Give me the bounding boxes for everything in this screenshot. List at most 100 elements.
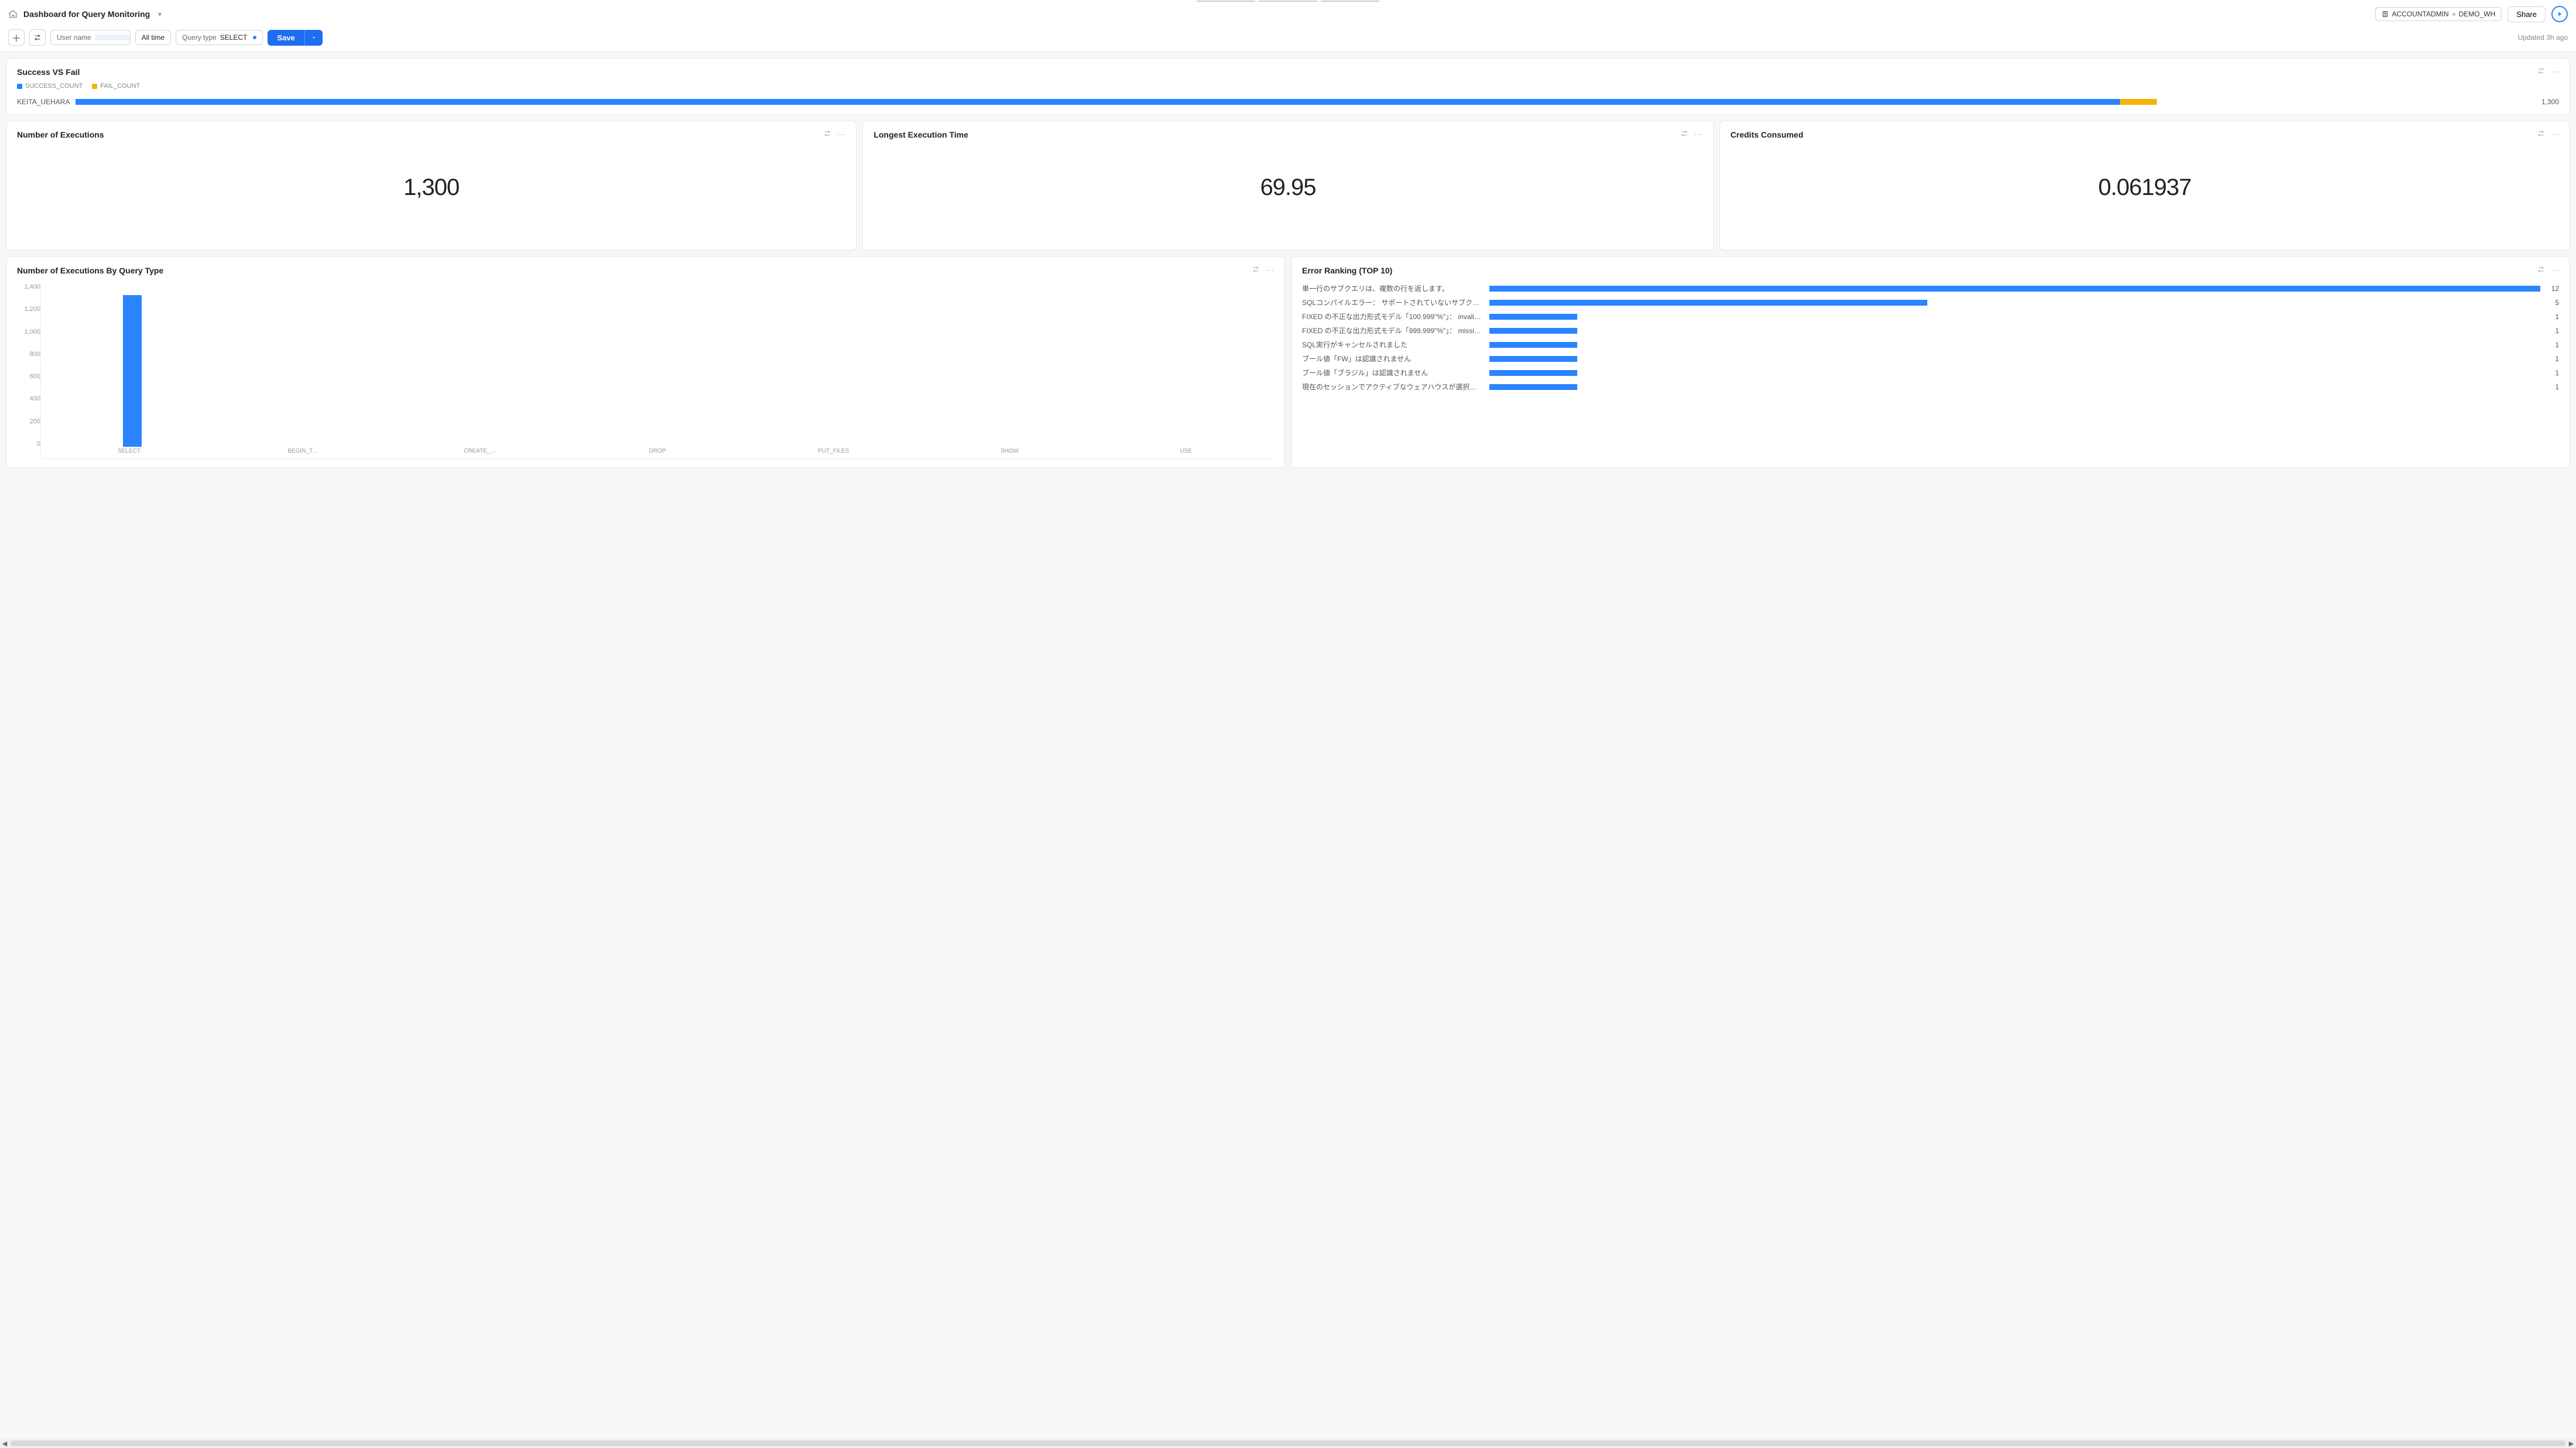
error-row: SQLコンパイルエラー： サポートされていないサブクエリ型は評価でき… 5 (1302, 297, 2559, 307)
last-updated-label: Updated 3h ago (2518, 33, 2568, 42)
x-label: USE (1168, 448, 1203, 458)
tile-success-vs-fail: Success VS Fail ⋯ SUCCESS_COUNT FAIL_COU… (6, 58, 2570, 115)
home-icon[interactable] (8, 9, 18, 19)
svf-bar (76, 99, 2524, 105)
error-value: 1 (2546, 313, 2559, 321)
error-bar-outer (1489, 286, 2540, 292)
x-label: SHOW (992, 448, 1027, 458)
tile-filter-icon[interactable] (2537, 67, 2545, 77)
error-label: 単一行のサブクエリは、複数の行を返します。 (1302, 283, 1484, 293)
error-bar (1489, 300, 1927, 306)
x-label: DROP (640, 448, 675, 458)
tile-filter-icon[interactable] (1252, 265, 1260, 275)
legend-swatch-fail (92, 84, 97, 89)
scroll-track[interactable] (11, 1440, 2565, 1446)
scroll-left-icon[interactable]: ◀ (0, 1440, 9, 1447)
run-button[interactable] (2551, 6, 2568, 22)
y-tick: 200 (17, 418, 40, 425)
filter-time-range[interactable]: All time (135, 30, 171, 45)
error-bar (1489, 384, 1577, 390)
y-tick: 1,400 (17, 283, 40, 290)
tile-longest-execution-time: Longest Execution Time ⋯ 69.95 (862, 121, 1713, 251)
tile-menu-icon[interactable]: ⋯ (2551, 265, 2559, 275)
error-row: 単一行のサブクエリは、複数の行を返します。12 (1302, 283, 2559, 293)
scroll-right-icon[interactable]: ▶ (2567, 1440, 2576, 1447)
error-value: 1 (2546, 355, 2559, 363)
error-label: SQLコンパイルエラー： サポートされていないサブクエリ型は評価でき… (1302, 297, 1484, 307)
error-bar (1489, 314, 1577, 320)
svf-segment-fail_count (2120, 99, 2157, 105)
tile-menu-icon[interactable]: ⋯ (837, 129, 845, 139)
legend-label-fail: FAIL_COUNT (100, 83, 140, 90)
save-button[interactable]: Save (268, 30, 304, 46)
tile-filter-icon[interactable] (823, 129, 831, 139)
error-value: 5 (2546, 299, 2559, 307)
dashboard-title[interactable]: Dashboard for Query Monitoring (23, 9, 150, 19)
sliders-icon (2537, 67, 2545, 75)
tile-menu-icon[interactable]: ⋯ (2551, 67, 2559, 77)
tile-menu-icon[interactable]: ⋯ (1266, 265, 1274, 275)
svf-total-value: 1,300 (2530, 98, 2559, 106)
error-bar-outer (1489, 356, 2540, 362)
kpi-value-executions: 1,300 (17, 139, 845, 242)
warehouse-label: DEMO_WH (2459, 10, 2496, 18)
error-row: SQL実行がキャンセルされました1 (1302, 340, 2559, 350)
filter-user-name[interactable]: User name (50, 30, 131, 45)
y-tick: 1,200 (17, 306, 40, 313)
tile-menu-icon[interactable]: ⋯ (2551, 129, 2559, 139)
tile-filter-icon[interactable] (2537, 129, 2545, 139)
kpi-value-longest: 69.95 (873, 139, 1702, 242)
save-dropdown-button[interactable] (304, 30, 323, 46)
error-bar-outer (1489, 370, 2540, 376)
tile-filter-icon[interactable] (2537, 265, 2545, 275)
error-value: 1 (2546, 369, 2559, 377)
tile-error-ranking: Error Ranking (TOP 10) ⋯ 単一行のサブクエリは、複数の行… (1291, 256, 2570, 468)
tile-number-of-executions: Number of Executions ⋯ 1,300 (6, 121, 857, 251)
filter-bar: ＋ User name All time Query type SELECT S… (0, 26, 2576, 52)
filter-query-type-label: Query type (182, 33, 217, 42)
x-label: SELECT (111, 448, 146, 458)
x-label: PUT_FILES (816, 448, 851, 458)
error-bar (1489, 356, 1577, 362)
sliders-icon (1680, 129, 1688, 138)
tile-title: Longest Execution Time (873, 130, 1674, 139)
svf-legend: SUCCESS_COUNT FAIL_COUNT (17, 83, 2559, 90)
y-tick: 800 (17, 351, 40, 358)
filter-user-name-label: User name (51, 30, 95, 44)
tile-title: Number of Executions (17, 130, 817, 139)
tile-menu-icon[interactable]: ⋯ (1694, 129, 1703, 139)
tile-title: Success VS Fail (17, 67, 2531, 77)
filter-query-type[interactable]: Query type SELECT (176, 30, 263, 45)
role-warehouse-selector[interactable]: ACCOUNTADMIN DEMO_WH (2375, 7, 2502, 21)
error-label: SQL実行がキャンセルされました (1302, 340, 1484, 350)
error-row: ブール値「ブラジル」は認識されません1 (1302, 368, 2559, 378)
legend-label-success: SUCCESS_COUNT (25, 83, 83, 90)
horizontal-scrollbar[interactable]: ◀ ▶ (0, 1439, 2576, 1448)
error-row: 現在のセッションでアクティブなウェアハウスが選択されていません。 …1 (1302, 382, 2559, 392)
error-bar (1489, 286, 2540, 292)
save-button-group: Save (268, 30, 322, 46)
bar-select (123, 295, 142, 447)
error-row: FIXED の不正な出力形式モデル「999.999"%"」： missing c… (1302, 326, 2559, 336)
y-axis: 1,4001,2001,0008006004002000 (17, 283, 40, 459)
error-bar (1489, 342, 1577, 348)
x-label: CREATE_TABLE (464, 448, 499, 458)
x-axis-labels: SELECTBEGIN_TRANSACTIONCREATE_TABLEDROPP… (41, 448, 1274, 458)
kpi-value-credits: 0.061937 (1731, 139, 2559, 242)
tile-credits-consumed: Credits Consumed ⋯ 0.061937 (1719, 121, 2570, 251)
tile-title: Number of Executions By Query Type (17, 266, 1246, 275)
tile-title: Error Ranking (TOP 10) (1302, 266, 2531, 275)
add-tile-button[interactable]: ＋ (8, 29, 25, 46)
y-tick: 0 (17, 440, 40, 447)
y-tick: 400 (17, 395, 40, 402)
plot-area: SELECTBEGIN_TRANSACTIONCREATE_TABLEDROPP… (40, 283, 1274, 459)
title-dropdown-icon[interactable]: ▾ (158, 11, 162, 18)
error-bar-outer (1489, 314, 2540, 320)
tile-filter-icon[interactable] (1680, 129, 1688, 139)
filter-user-name-value (95, 35, 130, 40)
error-label: FIXED の不正な出力形式モデル「100.999"%"」： invalid n… (1302, 311, 1484, 321)
filters-button[interactable] (29, 29, 46, 46)
share-button[interactable]: Share (2508, 6, 2546, 22)
filter-time-label: All time (142, 33, 165, 42)
dashboard-body: Success VS Fail ⋯ SUCCESS_COUNT FAIL_COU… (0, 52, 2576, 1447)
